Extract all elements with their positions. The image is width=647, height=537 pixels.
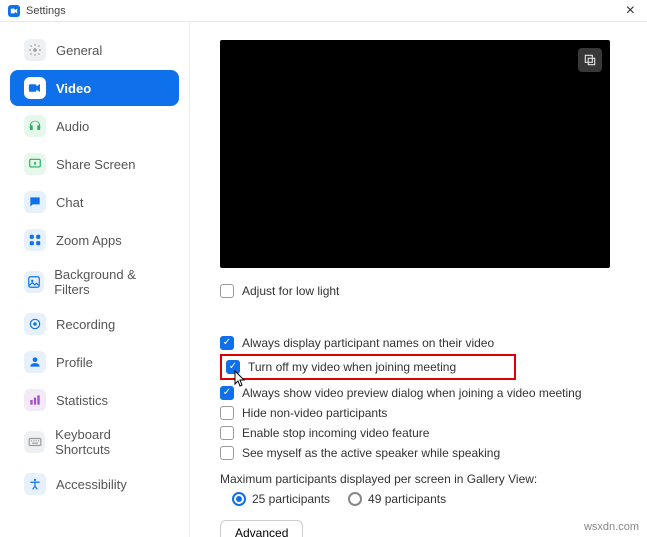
video-icon [24, 77, 46, 99]
close-button[interactable]: × [622, 3, 639, 19]
accessibility-icon [24, 473, 46, 495]
sidebar-item-profile[interactable]: Profile [10, 344, 179, 380]
checkbox-see-myself[interactable] [220, 446, 234, 460]
sidebar-item-background-filters[interactable]: Background & Filters [10, 260, 179, 304]
sidebar-item-statistics[interactable]: Statistics [10, 382, 179, 418]
sidebar-item-label: Statistics [56, 393, 108, 408]
option-label: Always display participant names on thei… [242, 336, 494, 350]
sidebar-item-label: Recording [56, 317, 115, 332]
sidebar-item-accessibility[interactable]: Accessibility [10, 466, 179, 502]
audio-icon [24, 115, 46, 137]
main-panel: Adjust for low light Always display part… [190, 22, 647, 537]
sidebar-item-label: Video [56, 81, 91, 96]
sidebar-item-share-screen[interactable]: Share Screen [10, 146, 179, 182]
checkbox-turn-off-video[interactable] [226, 360, 240, 374]
checkbox-show-preview[interactable] [220, 386, 234, 400]
highlighted-option: Turn off my video when joining meeting [220, 354, 516, 380]
watermark: wsxdn.com [584, 521, 639, 533]
checkbox-display-names[interactable] [220, 336, 234, 350]
sidebar-item-label: Chat [56, 195, 83, 210]
option-label: See myself as the active speaker while s… [242, 446, 500, 460]
sidebar-item-recording[interactable]: Recording [10, 306, 179, 342]
sidebar-item-keyboard-shortcuts[interactable]: Keyboard Shortcuts [10, 420, 179, 464]
profile-icon [24, 351, 46, 373]
option-label: Turn off my video when joining meeting [248, 360, 456, 374]
share-screen-icon [24, 153, 46, 175]
sidebar-item-label: Share Screen [56, 157, 136, 172]
apps-icon [24, 229, 46, 251]
window-title: Settings [26, 5, 66, 17]
sidebar-item-label: Zoom Apps [56, 233, 122, 248]
sidebar-item-label: General [56, 43, 102, 58]
option-label: Enable stop incoming video feature [242, 426, 429, 440]
checkbox-adjust-low-light[interactable] [220, 284, 234, 298]
sidebar-item-label: Keyboard Shortcuts [55, 427, 165, 457]
checkbox-stop-incoming[interactable] [220, 426, 234, 440]
sidebar-item-zoom-apps[interactable]: Zoom Apps [10, 222, 179, 258]
option-label: Hide non-video participants [242, 406, 387, 420]
keyboard-icon [24, 431, 45, 453]
radio-label: 49 participants [368, 492, 446, 506]
radio-49-participants[interactable] [348, 492, 362, 506]
option-label: Always show video preview dialog when jo… [242, 386, 582, 400]
titlebar: Settings × [0, 0, 647, 22]
sidebar-item-chat[interactable]: Chat [10, 184, 179, 220]
statistics-icon [24, 389, 46, 411]
radio-label: 25 participants [252, 492, 330, 506]
checkbox-hide-nonvideo[interactable] [220, 406, 234, 420]
sidebar-item-audio[interactable]: Audio [10, 108, 179, 144]
sidebar-item-label: Background & Filters [54, 267, 165, 297]
sidebar-item-video[interactable]: Video [10, 70, 179, 106]
sidebar-item-label: Profile [56, 355, 93, 370]
sidebar: General Video Audio Share Screen Chat Zo… [0, 22, 190, 537]
recording-icon [24, 313, 46, 335]
chat-icon [24, 191, 46, 213]
sidebar-item-label: Audio [56, 119, 89, 134]
background-icon [24, 271, 44, 293]
max-participants-label: Maximum participants displayed per scree… [220, 472, 627, 486]
app-icon [8, 5, 20, 17]
advanced-button[interactable]: Advanced [220, 520, 303, 537]
video-preview [220, 40, 610, 268]
radio-25-participants[interactable] [232, 492, 246, 506]
option-label: Adjust for low light [242, 284, 339, 298]
sidebar-item-label: Accessibility [56, 477, 127, 492]
sidebar-item-general[interactable]: General [10, 32, 179, 68]
expand-preview-button[interactable] [578, 48, 602, 72]
gear-icon [24, 39, 46, 61]
